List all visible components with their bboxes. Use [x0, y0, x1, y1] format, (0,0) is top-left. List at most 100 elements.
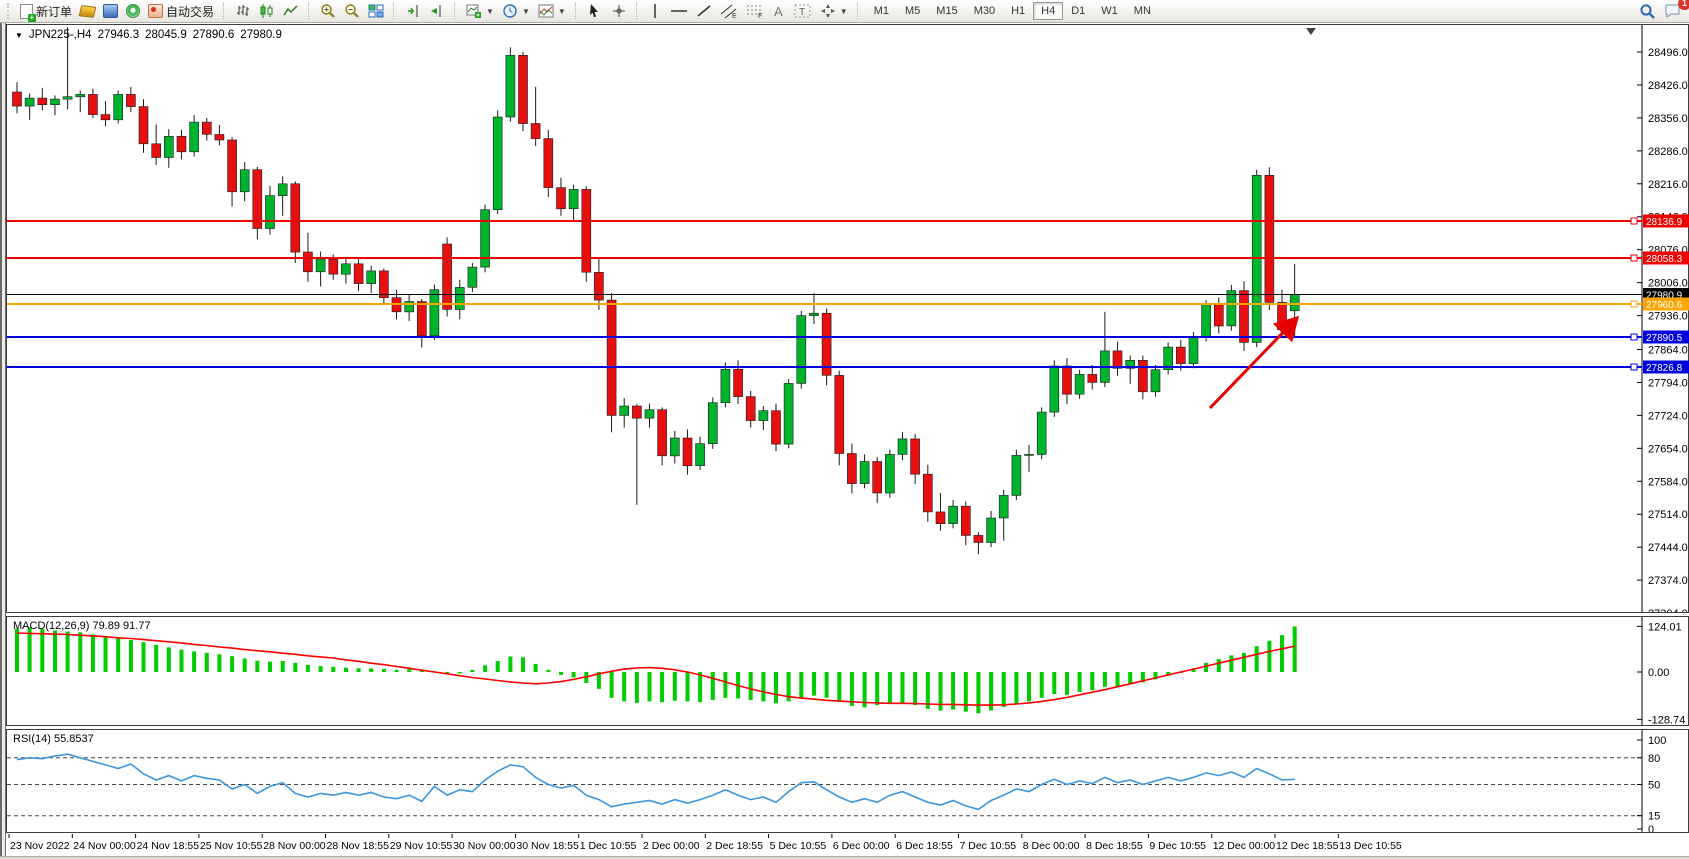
- svg-text:A: A: [774, 4, 783, 19]
- mt4-terminal: + 新订单 自动交易 ▼ ▼ ▼ E F A T: [0, 0, 1689, 859]
- timeframe-h4[interactable]: H4: [1033, 2, 1063, 20]
- timeframe-m5[interactable]: M5: [897, 2, 928, 20]
- svg-text:80: 80: [1648, 753, 1660, 765]
- time-tick: 13 Dec 10:55: [1339, 840, 1402, 852]
- time-tick: 30 Nov 18:55: [516, 840, 579, 852]
- price-tick: 27936.0: [1648, 311, 1688, 323]
- gold-tip-icon: [79, 5, 97, 18]
- template-dropdown[interactable]: ▼: [535, 1, 569, 21]
- time-tick: 1 Dec 10:55: [580, 840, 637, 852]
- chart-shift-marker[interactable]: [1306, 28, 1316, 35]
- signal-icon: [126, 4, 140, 18]
- chart-shift-icon: [429, 3, 445, 19]
- main-chart-pane[interactable]: ▼ JPN225-,H4 27946.3 28045.9 27890.6 279…: [6, 24, 1689, 613]
- separator: [636, 3, 639, 19]
- high-value: 28045.9: [145, 29, 187, 41]
- separator: [857, 3, 860, 19]
- text-icon: A: [772, 3, 786, 19]
- bar-chart-icon: [235, 3, 251, 19]
- time-tick: 28 Nov 18:55: [327, 840, 390, 852]
- text-tool[interactable]: A: [769, 1, 789, 21]
- tip-button[interactable]: [77, 1, 98, 21]
- trendline-tool[interactable]: [693, 1, 715, 21]
- line-chart-button[interactable]: [280, 1, 302, 21]
- separator: [575, 3, 578, 19]
- clock-icon: [502, 3, 518, 19]
- search-button[interactable]: [1636, 1, 1659, 21]
- price-tick: 28356.0: [1648, 113, 1688, 125]
- time-tick: 8 Dec 00:00: [1023, 840, 1080, 852]
- timeframe-mn[interactable]: MN: [1126, 2, 1159, 20]
- chart-menu-icon[interactable]: ▼: [15, 31, 23, 40]
- time-tick: 2 Dec 18:55: [706, 840, 763, 852]
- price-tick: 27794.0: [1648, 377, 1688, 389]
- separator: [393, 3, 396, 19]
- price-tick: 27724.0: [1648, 410, 1688, 422]
- low-value: 27890.6: [193, 29, 235, 41]
- signal-button[interactable]: [123, 1, 143, 21]
- candlestick-chart[interactable]: 28496.028426.028356.028286.028216.028146…: [7, 25, 1689, 612]
- svg-text:-128.74: -128.74: [1648, 714, 1685, 725]
- autotrading-icon: [148, 4, 163, 18]
- new-order-label: 新订单: [36, 3, 72, 20]
- line-handle[interactable]: [1631, 364, 1637, 370]
- macd-chart[interactable]: 124.010.00-128.74: [7, 617, 1689, 725]
- channel-tool[interactable]: E: [717, 1, 741, 21]
- timeframe-w1[interactable]: W1: [1093, 2, 1126, 20]
- horizontal-line-icon: [670, 3, 688, 19]
- rsi-pane[interactable]: RSI(14) 55.8537 1008050150: [6, 729, 1689, 833]
- time-tick: 28 Nov 00:00: [263, 840, 326, 852]
- rsi-chart[interactable]: 1008050150: [7, 730, 1689, 832]
- text-label-tool[interactable]: T: [791, 1, 815, 21]
- arrows-dropdown[interactable]: ▼: [817, 1, 851, 21]
- autoscroll-button[interactable]: [402, 1, 424, 21]
- text-label-icon: T: [794, 3, 812, 19]
- horizontal-line-tool[interactable]: [667, 1, 691, 21]
- timeframe-d1[interactable]: D1: [1063, 2, 1093, 20]
- time-axis[interactable]: 23 Nov 202224 Nov 00:0024 Nov 18:5525 No…: [6, 834, 1689, 855]
- tile-windows-button[interactable]: [365, 1, 387, 21]
- publish-button[interactable]: [100, 1, 121, 21]
- zoom-in-button[interactable]: [317, 1, 339, 21]
- line-handle[interactable]: [1631, 334, 1637, 340]
- macd-pane[interactable]: MACD(12,26,9) 79.89 91.77 124.010.00-128…: [6, 616, 1689, 726]
- vertical-line-tool[interactable]: [645, 1, 665, 21]
- channel-icon: E: [720, 3, 738, 19]
- new-chart-dropdown[interactable]: ▼: [463, 1, 497, 21]
- svg-text:0.00: 0.00: [1648, 667, 1669, 679]
- period-dropdown[interactable]: ▼: [499, 1, 533, 21]
- new-order-button[interactable]: + 新订单: [17, 1, 75, 21]
- autotrading-button[interactable]: 自动交易: [145, 1, 217, 21]
- timeframe-m1[interactable]: M1: [866, 2, 897, 20]
- candlestick-button[interactable]: [256, 1, 278, 21]
- macd-histogram: [15, 626, 1297, 713]
- time-tick: 6 Dec 00:00: [833, 840, 890, 852]
- timeframe-m30[interactable]: M30: [966, 2, 1003, 20]
- chart-ohlc-title: ▼ JPN225-,H4 27946.3 28045.9 27890.6 279…: [15, 29, 282, 41]
- new-order-icon: +: [20, 4, 33, 19]
- fibonacci-tool[interactable]: F: [743, 1, 767, 21]
- time-tick: 12 Dec 18:55: [1276, 840, 1339, 852]
- cursor-tool[interactable]: [584, 1, 606, 21]
- candles: [13, 27, 1300, 554]
- time-tick: 24 Nov 18:55: [137, 840, 200, 852]
- rsi-label: RSI(14) 55.8537: [13, 733, 94, 745]
- chat-button[interactable]: 1: [1661, 1, 1685, 21]
- line-handle[interactable]: [1631, 301, 1637, 307]
- zoom-in-icon: [320, 3, 336, 19]
- line-handle[interactable]: [1631, 255, 1637, 261]
- line-handle[interactable]: [1631, 218, 1637, 224]
- time-tick: 5 Dec 10:55: [770, 840, 827, 852]
- zoom-out-button[interactable]: [341, 1, 363, 21]
- price-tick: 27584.0: [1648, 476, 1688, 488]
- price-tick: 28006.0: [1648, 278, 1688, 290]
- chart-shift-button[interactable]: [426, 1, 448, 21]
- macd-label: MACD(12,26,9) 79.89 91.77: [13, 620, 151, 632]
- price-tick: 27304.0: [1648, 608, 1688, 612]
- crosshair-tool[interactable]: [608, 1, 630, 21]
- bar-chart-button[interactable]: [232, 1, 254, 21]
- timeframe-h1[interactable]: H1: [1003, 2, 1033, 20]
- timeframe-m15[interactable]: M15: [928, 2, 965, 20]
- toolbar: + 新订单 自动交易 ▼ ▼ ▼ E F A T: [0, 0, 1689, 23]
- svg-text:28136.9: 28136.9: [1646, 217, 1683, 228]
